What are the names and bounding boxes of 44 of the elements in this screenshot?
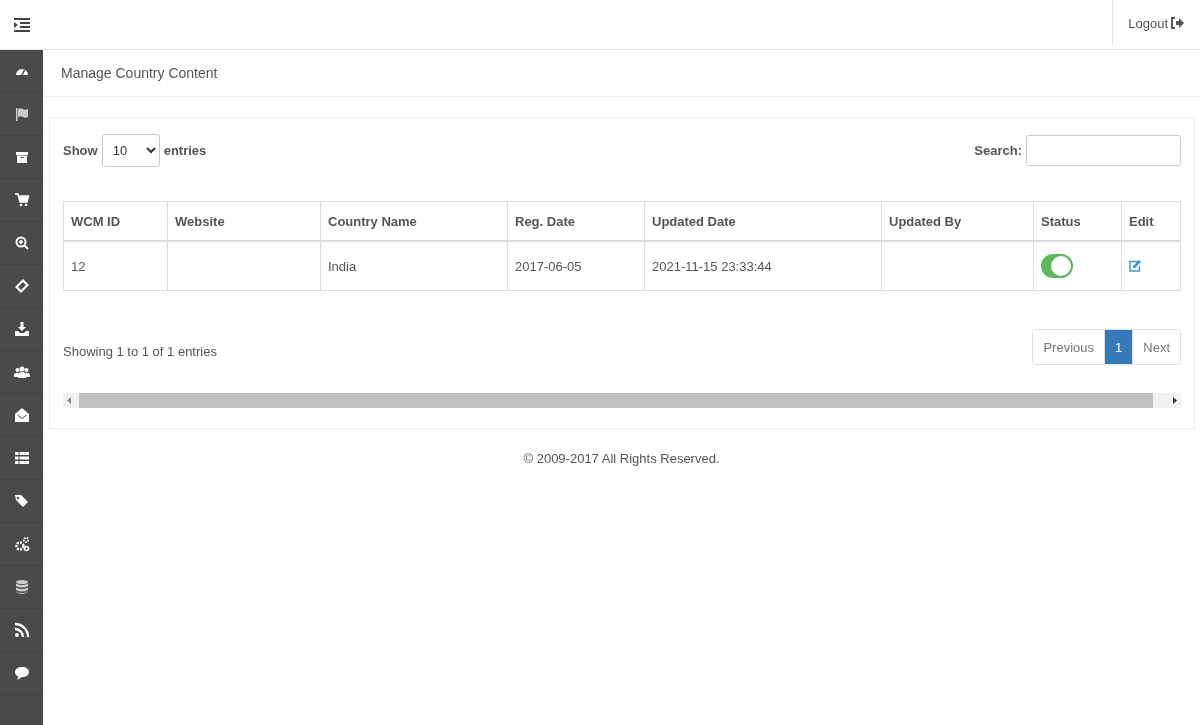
database-icon[interactable] bbox=[13, 579, 30, 595]
ticket-icon[interactable] bbox=[13, 278, 30, 294]
menu-toggle-icon[interactable] bbox=[13, 17, 30, 32]
column-header[interactable]: Updated By bbox=[881, 201, 1034, 241]
logout-link[interactable]: Logout bbox=[1112, 0, 1200, 46]
gears-icon[interactable] bbox=[13, 536, 30, 552]
column-header[interactable]: Website bbox=[167, 201, 321, 241]
horizontal-scrollbar[interactable] bbox=[63, 393, 1181, 408]
rss-icon[interactable] bbox=[13, 622, 30, 638]
entries-select[interactable]: 10 bbox=[101, 134, 160, 167]
entries-label: entries bbox=[163, 143, 207, 158]
chat-icon[interactable] bbox=[13, 665, 30, 681]
column-header[interactable]: WCM ID bbox=[63, 201, 168, 241]
table-cell: 2017-06-05 bbox=[515, 258, 582, 274]
scroll-left-icon[interactable] bbox=[67, 397, 71, 404]
page-button[interactable]: 1 bbox=[1104, 330, 1133, 364]
tags-icon[interactable] bbox=[13, 493, 30, 509]
edit-icon[interactable] bbox=[1129, 260, 1141, 272]
column-header[interactable]: Edit bbox=[1121, 201, 1181, 241]
next-button[interactable]: Next bbox=[1132, 330, 1180, 364]
search-field[interactable] bbox=[1026, 135, 1181, 166]
column-header[interactable]: Status bbox=[1033, 201, 1122, 241]
page-title: Manage Country Content bbox=[43, 50, 1200, 97]
sign-out-icon bbox=[1171, 17, 1184, 29]
zoom-in-icon[interactable] bbox=[13, 235, 30, 251]
envelope-icon[interactable] bbox=[13, 407, 30, 423]
table-cell: 12 bbox=[71, 258, 86, 274]
list-icon[interactable] bbox=[13, 450, 30, 466]
column-header[interactable]: Updated Date bbox=[644, 201, 882, 241]
column-header[interactable]: Reg. Date bbox=[507, 201, 645, 241]
archive-icon[interactable] bbox=[13, 149, 30, 165]
entries-info: Showing 1 to 1 of 1 entries bbox=[63, 344, 217, 359]
footer-copyright: © 2009-2017 All Rights Reserved. bbox=[522, 451, 721, 466]
search-label: Search: bbox=[974, 143, 1022, 158]
users-icon[interactable] bbox=[13, 364, 30, 380]
cart-icon[interactable] bbox=[13, 192, 30, 208]
show-label: Show bbox=[63, 143, 98, 158]
download-icon[interactable] bbox=[13, 321, 30, 337]
scroll-right-icon[interactable] bbox=[1173, 397, 1177, 404]
status-toggle[interactable] bbox=[1041, 254, 1073, 278]
table-cell: 2021-11-15 23:33:44 bbox=[652, 258, 772, 274]
column-header[interactable]: Country Name bbox=[320, 201, 508, 241]
flag-icon[interactable] bbox=[13, 106, 30, 122]
table-cell: India bbox=[328, 258, 357, 274]
